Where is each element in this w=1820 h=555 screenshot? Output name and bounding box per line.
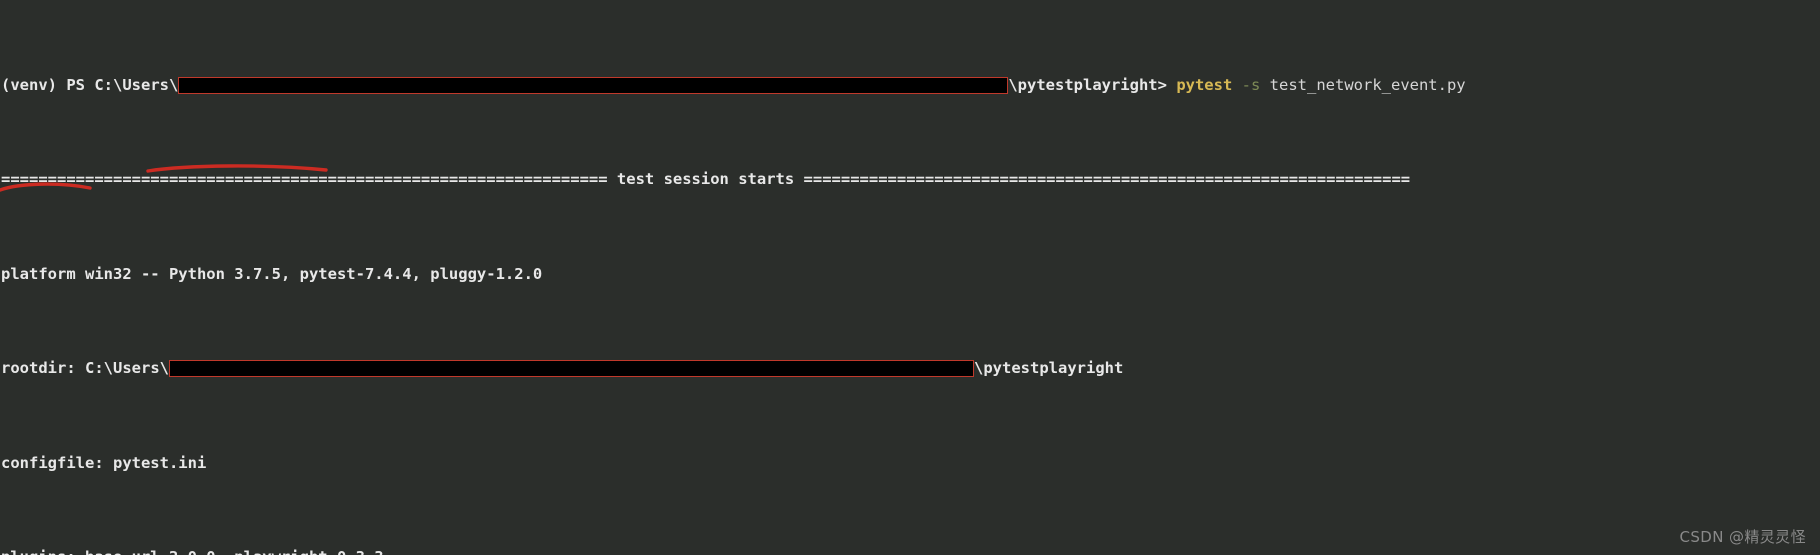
configfile-text: configfile: pytest.ini [1,453,207,472]
terminal-window: (venv) PS C:\Users\ \pytestplayright> pyt… [0,0,1820,555]
terminal-output[interactable]: (venv) PS C:\Users\ \pytestplayright> pyt… [0,0,1466,555]
rootdir-line: rootdir: C:\Users\ \pytestplayright [1,359,1466,378]
plugins-line: plugins: base-url-2.0.0, playwright-0.3.… [1,548,1466,555]
prompt-line: (venv) PS C:\Users\ \pytestplayright> pyt… [1,76,1466,95]
prompt-path-suffix: \pytestplayright> [1008,75,1177,94]
ps-label: PS [66,75,95,94]
redacted-rootdir-box [169,360,974,378]
venv-indicator: (venv) [1,75,67,94]
platform-line: platform win32 -- Python 3.7.5, pytest-7… [1,265,1466,284]
separator-left: ========================================… [1,170,617,189]
rootdir-path-prefix: C:\Users\ [85,359,169,378]
command-name: pytest [1176,75,1233,94]
prompt-path-prefix: C:\Users\ [94,75,179,94]
command-arg: test_network_event.py [1269,75,1466,94]
plugins-text: plugins: base-url-2.0.0, playwright-0.3.… [1,548,384,555]
configfile-line: configfile: pytest.ini [1,454,1466,473]
csdn-watermark: CSDN @精灵灵怪 [1679,528,1806,547]
separator-right: ========================================… [794,170,1411,189]
session-separator: ========================================… [1,170,1466,189]
platform-text: platform win32 -- Python 3.7.5, pytest-7… [1,264,543,283]
command-flag: -s [1241,75,1261,94]
separator-title: test session starts [616,170,795,189]
redacted-username-box [178,76,1009,94]
rootdir-path-suffix: \pytestplayright [974,359,1124,378]
rootdir-label: rootdir: [1,359,85,378]
